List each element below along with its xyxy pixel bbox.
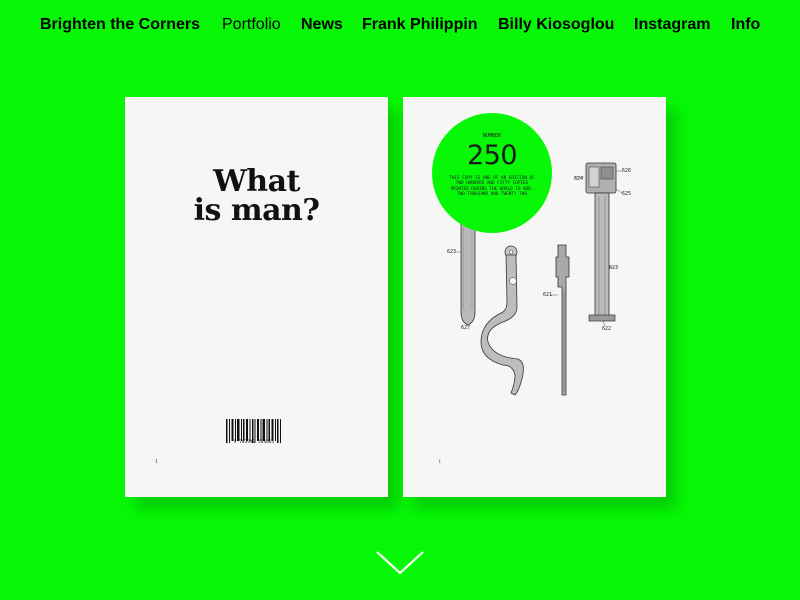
drawing-label: 621	[543, 292, 553, 298]
nav-brighten-the-corners[interactable]: Brighten the Corners	[40, 14, 200, 36]
edition-label: NUMBER	[482, 133, 502, 139]
drawing-label: 625	[622, 191, 632, 197]
nav-billy-kiosoglou[interactable]: Billy Kiosoglou	[498, 14, 614, 36]
edition-badge: NUMBER 250 THIS COPY IS ONE OF AN EDITIO…	[432, 113, 552, 233]
edition-text: THIS COPY IS ONE OF AN EDITION OF TWO HU…	[449, 176, 535, 198]
page-folio: 1	[155, 459, 158, 465]
nav-info[interactable]: Info	[731, 14, 760, 36]
nav-frank-philippin[interactable]: Frank Philippin	[362, 14, 478, 36]
page-folio: i	[439, 459, 441, 465]
book-inner-page: 624 626 625 623 621 627 623 622 NUMBER 2…	[403, 97, 666, 497]
book-title: What is man?	[125, 164, 388, 228]
drawing-label: 626	[622, 168, 632, 174]
book-cover-page: What is man? 9 783949 363061 1	[125, 97, 388, 497]
drawing-label: 624	[574, 176, 584, 182]
book-title-line-2: is man?	[193, 193, 320, 228]
barcode-number: 9 783949 363061	[233, 440, 275, 445]
drawing-label: 623	[609, 265, 619, 271]
drawing-label: 623	[447, 249, 457, 255]
book-title-line-1: What	[213, 164, 300, 199]
main-nav: Brighten the Corners Portfolio News Fran…	[0, 14, 800, 36]
edition-number: 250	[466, 140, 518, 171]
drawing-label: 627	[461, 325, 471, 331]
drawing-label: 622	[602, 326, 612, 332]
nav-news[interactable]: News	[301, 14, 343, 36]
nav-portfolio[interactable]: Portfolio	[222, 14, 281, 36]
nav-instagram[interactable]: Instagram	[634, 14, 710, 36]
chevron-down-icon	[376, 551, 424, 575]
scroll-down-button[interactable]	[376, 550, 424, 576]
